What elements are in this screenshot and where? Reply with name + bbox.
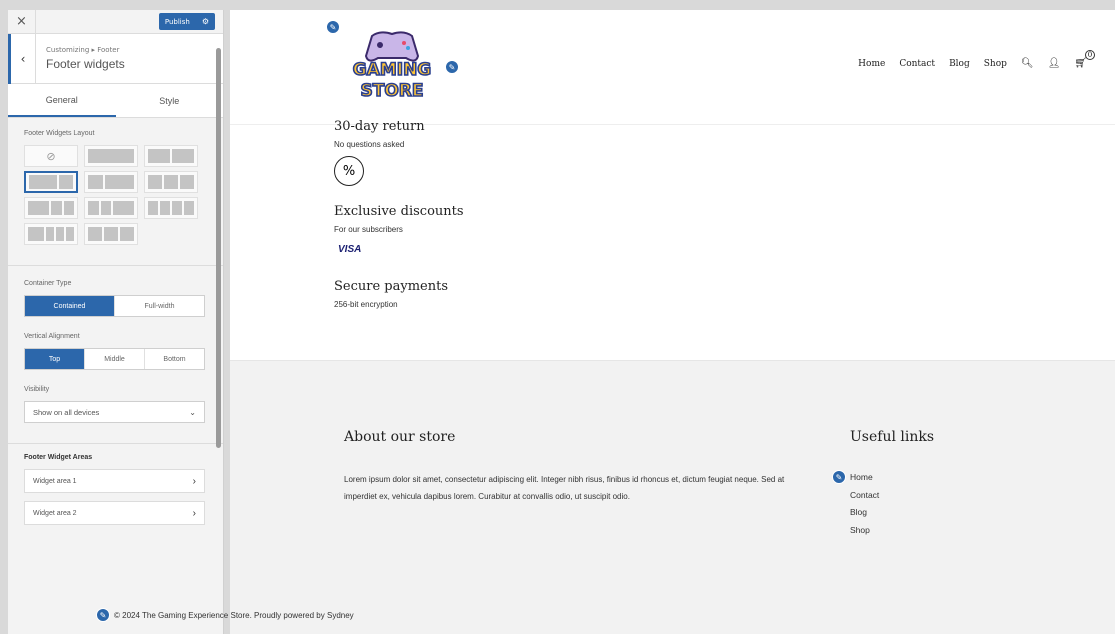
main-nav: Home Contact Blog Shop 🔍︎ 👤︎ 🛒︎ 0	[858, 50, 1095, 69]
site-header: ✎ GAMING STORE ✎ Home Contact Blog Shop …	[230, 10, 1115, 124]
breadcrumb: Customizing ▸ Footer	[46, 46, 120, 54]
container-contained-option[interactable]: Contained	[25, 296, 115, 316]
container-type-control: Contained Full-width	[24, 295, 205, 317]
container-fullwidth-option[interactable]: Full-width	[115, 296, 204, 316]
footer-link-shop[interactable]: Shop	[850, 522, 879, 540]
close-button[interactable]: ×	[8, 10, 36, 34]
customizer-topbar: × Publish ⚙	[8, 10, 223, 34]
layout-none-option[interactable]: ⊘	[24, 145, 78, 167]
vertical-alignment-label: Vertical Alignment	[24, 333, 80, 340]
section-header: ‹ Customizing ▸ Footer Footer widgets	[8, 33, 223, 84]
feature-title: Exclusive discounts	[334, 204, 464, 219]
layout-option[interactable]	[84, 171, 138, 193]
svg-text:GAMING: GAMING	[353, 60, 432, 80]
chevron-left-icon: ‹	[20, 51, 26, 66]
layout-label: Footer Widgets Layout	[24, 130, 95, 137]
controller-icon	[364, 31, 420, 62]
nav-contact[interactable]: Contact	[899, 59, 935, 69]
edit-pencil-icon[interactable]: ✎	[445, 60, 459, 74]
edit-pencil-icon[interactable]: ✎	[832, 470, 846, 484]
tab-general[interactable]: General	[8, 84, 116, 117]
widget-areas-label: Footer Widget Areas	[24, 454, 93, 461]
footer-link-blog[interactable]: Blog	[850, 504, 879, 522]
visibility-select[interactable]: Show on all devices ⌄	[24, 401, 205, 423]
layout-option-selected[interactable]	[24, 171, 78, 193]
gaming-store-logo[interactable]: GAMING STORE	[342, 30, 442, 102]
nav-home[interactable]: Home	[858, 59, 885, 69]
sidebar-scrollbar[interactable]	[216, 48, 221, 448]
layout-option[interactable]	[24, 197, 78, 219]
widget-area-1-item[interactable]: Widget area 1 ›	[24, 469, 205, 493]
footer-link-home[interactable]: Home	[850, 469, 879, 487]
panel-tabs: General Style	[8, 84, 223, 118]
user-icon[interactable]: 👤︎	[1048, 58, 1061, 69]
site-preview: ✎ GAMING STORE ✎ Home Contact Blog Shop …	[230, 10, 1115, 634]
widget-area-label: Widget area 2	[33, 509, 77, 517]
svg-text:STORE: STORE	[361, 81, 424, 101]
copyright-row: ✎ © 2024 The Gaming Experience Store. Pr…	[96, 608, 354, 622]
chevron-right-icon: ›	[192, 507, 196, 519]
disabled-icon: ⊘	[46, 150, 56, 163]
publish-button[interactable]: Publish ⚙	[158, 13, 215, 30]
cart-count-badge: 0	[1085, 50, 1095, 60]
vertical-alignment-control: Top Middle Bottom	[24, 348, 205, 370]
edit-pencil-icon[interactable]: ✎	[326, 20, 340, 34]
back-button[interactable]: ‹	[8, 33, 36, 84]
feature-title: 30-day return	[334, 119, 425, 134]
edit-pencil-icon[interactable]: ✎	[96, 608, 110, 622]
valign-top-option[interactable]: Top	[25, 349, 85, 369]
visa-icon: VISA	[338, 244, 362, 255]
nav-shop[interactable]: Shop	[984, 59, 1007, 69]
layout-option[interactable]	[144, 171, 198, 193]
feature-subtitle: 256-bit encryption	[334, 300, 398, 309]
valign-middle-option[interactable]: Middle	[85, 349, 145, 369]
site-footer: About our store Lorem ipsum dolor sit am…	[230, 360, 1115, 634]
gear-icon[interactable]: ⚙	[202, 17, 209, 26]
layout-option[interactable]	[84, 223, 138, 245]
layout-option[interactable]	[84, 197, 138, 219]
layout-options: ⊘	[24, 145, 205, 245]
layout-option[interactable]	[84, 145, 138, 167]
cart-icon[interactable]: 🛒︎ 0	[1074, 50, 1095, 69]
visibility-label: Visibility	[24, 386, 50, 393]
widget-area-2-item[interactable]: Widget area 2 ›	[24, 501, 205, 525]
container-type-label: Container Type	[24, 280, 72, 287]
nav-blog[interactable]: Blog	[949, 59, 970, 69]
useful-links-list: Home Contact Blog Shop	[850, 469, 879, 539]
percent-icon: %	[334, 156, 364, 186]
section-title: Footer widgets	[46, 57, 125, 71]
search-icon[interactable]: 🔍︎	[1021, 58, 1034, 69]
customizer-sidebar: × Publish ⚙ ‹ Customizing ▸ Footer Foote…	[8, 10, 224, 634]
feature-subtitle: For our subscribers	[334, 225, 403, 234]
valign-bottom-option[interactable]: Bottom	[145, 349, 204, 369]
layout-option[interactable]	[144, 197, 198, 219]
about-title: About our store	[344, 429, 456, 445]
publish-label: Publish	[164, 17, 190, 26]
footer-link-contact[interactable]: Contact	[850, 487, 879, 505]
copyright-text: © 2024 The Gaming Experience Store. Prou…	[114, 610, 354, 620]
links-title: Useful links	[850, 429, 935, 445]
features-section: 30-day return No questions asked % Exclu…	[230, 119, 1115, 360]
layout-option[interactable]	[144, 145, 198, 167]
about-text: Lorem ipsum dolor sit amet, consectetur …	[344, 475, 785, 501]
tab-style[interactable]: Style	[116, 84, 224, 117]
chevron-right-icon: ›	[192, 475, 196, 487]
widget-area-label: Widget area 1	[33, 477, 77, 485]
feature-subtitle: No questions asked	[334, 140, 405, 149]
visibility-value: Show on all devices	[33, 407, 100, 417]
feature-title: Secure payments	[334, 279, 448, 294]
layout-option[interactable]	[24, 223, 78, 245]
chevron-down-icon: ⌄	[189, 407, 196, 417]
